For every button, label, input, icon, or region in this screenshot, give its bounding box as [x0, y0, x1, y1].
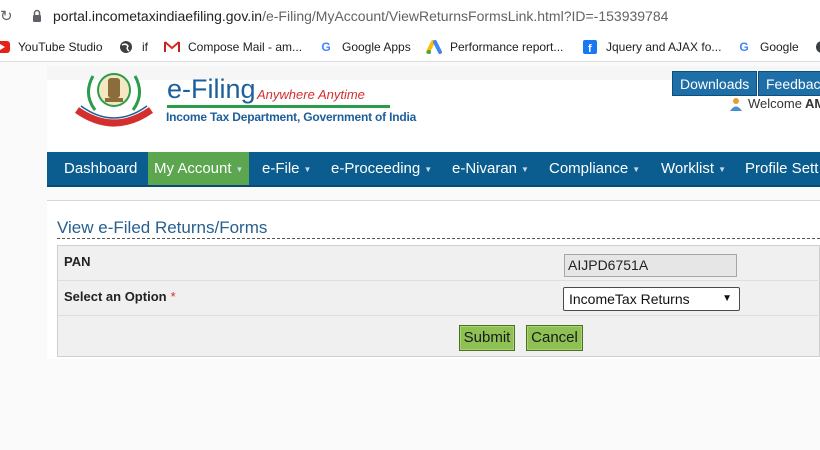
bookmark-label: YouTube Studio: [18, 40, 103, 54]
option-label: Select an Option *: [64, 289, 176, 304]
bookmark-label: Performance report...: [450, 40, 564, 54]
site-header: e-Filing Anywhere Anytime Income Tax Dep…: [47, 66, 820, 151]
bookmark-google-apps[interactable]: G Google Apps: [318, 39, 411, 55]
nav-e-file[interactable]: e-File ▼: [262, 152, 311, 185]
bookmark-compose-mail[interactable]: Compose Mail - am...: [164, 39, 302, 55]
browser-address-bar[interactable]: ↻ portal.incometaxindiaefiling.gov.in/e-…: [0, 0, 820, 32]
nav-label: Compliance: [549, 160, 629, 177]
globe-icon: [814, 40, 820, 54]
facebook-icon: f: [582, 40, 598, 54]
gmail-icon: [164, 40, 180, 54]
url-text[interactable]: portal.incometaxindiaefiling.gov.in/e-Fi…: [53, 8, 668, 24]
nav-worklist[interactable]: Worklist ▼: [661, 152, 726, 185]
youtube-icon: [0, 40, 10, 54]
lock-icon[interactable]: [32, 9, 42, 23]
logo-underline: [167, 105, 390, 108]
bookmarks-bar: YouTube Studio if Compose Mail - am... G…: [0, 32, 820, 62]
logo-subtitle: Income Tax Department, Government of Ind…: [166, 110, 417, 124]
reload-icon[interactable]: ↻: [0, 8, 13, 24]
google-ads-icon: [426, 40, 442, 54]
nav-label: e-Nivaran: [452, 160, 518, 177]
option-selected-value: IncomeTax Returns: [569, 291, 690, 307]
pan-field: AIJPD6751A: [564, 254, 737, 277]
url-path: /e-Filing/MyAccount/ViewReturnsFormsLink…: [262, 8, 669, 24]
page-title: View e-Filed Returns/Forms: [57, 218, 268, 237]
view-returns-panel: View e-Filed Returns/Forms PAN AIJPD6751…: [47, 200, 820, 359]
option-row: Select an Option * IncomeTax Returns ▼: [58, 281, 820, 316]
bookmark-label: Jquery and AJAX fo...: [606, 40, 722, 54]
bookmark-label: if: [142, 40, 148, 54]
caret-down-icon: ▼: [718, 164, 726, 174]
nav-e-proceeding[interactable]: e-Proceeding ▼: [331, 152, 432, 185]
title-divider: [57, 238, 820, 239]
bookmark-youtube-studio[interactable]: YouTube Studio: [0, 39, 103, 55]
nav-dashboard[interactable]: Dashboard: [64, 152, 137, 185]
bookmark-if[interactable]: if: [118, 39, 148, 55]
bookmark-performance-report[interactable]: Performance report...: [426, 39, 563, 55]
bookmark-jquery-ajax[interactable]: f Jquery and AJAX fo...: [582, 39, 721, 55]
welcome-message: Welcome AM: [729, 96, 820, 111]
welcome-prefix: Welcome: [748, 96, 802, 111]
user-icon: [730, 97, 742, 111]
pan-label: PAN: [64, 254, 91, 269]
submit-button[interactable]: Submit: [459, 325, 515, 351]
logo-title: e-Filing: [167, 74, 256, 104]
caret-down-icon: ▼: [235, 164, 244, 174]
nav-profile-settings[interactable]: Profile Sett: [745, 152, 818, 185]
bookmark-label: Compose Mail - am...: [188, 40, 303, 54]
dropdown-arrow-icon: ▼: [722, 293, 732, 304]
required-mark: *: [170, 289, 176, 304]
cancel-button[interactable]: Cancel: [526, 325, 583, 351]
feedback-button[interactable]: Feedbac: [758, 71, 820, 96]
bookmark-google[interactable]: G Google: [736, 39, 799, 55]
caret-down-icon: ▼: [632, 164, 641, 174]
pan-row: PAN AIJPD6751A: [58, 246, 820, 281]
actions-row: Submit Cancel: [58, 316, 820, 357]
downloads-button[interactable]: Downloads: [672, 71, 758, 96]
nav-label: e-File: [262, 160, 300, 177]
nav-label: My Account: [154, 160, 232, 177]
bookmark-label: Google Apps: [342, 40, 411, 54]
income-tax-department-emblem-icon: [74, 73, 154, 127]
option-label-text: Select an Option: [64, 289, 167, 304]
caret-down-icon: ▼: [303, 164, 312, 174]
svg-text:f: f: [588, 43, 592, 54]
nav-label: Worklist: [661, 160, 715, 177]
caret-down-icon: ▼: [521, 164, 529, 174]
welcome-user: AM: [804, 96, 820, 111]
main-nav: Dashboard My Account ▼ e-File ▼ e-Proceedi…: [47, 152, 820, 187]
google-icon: G: [739, 40, 749, 54]
bookmark-overflow[interactable]: [814, 39, 820, 55]
logo-tagline: Anywhere Anytime: [257, 87, 365, 102]
bookmark-label: Google: [760, 40, 799, 54]
nav-label: e-Proceeding: [331, 160, 421, 177]
returns-form: PAN AIJPD6751A Select an Option * IncomeT…: [57, 245, 820, 357]
nav-label: Profile Sett: [745, 160, 819, 177]
efiling-portal: e-Filing Anywhere Anytime Income Tax Dep…: [47, 66, 820, 450]
url-host: portal.incometaxindiaefiling.gov.in: [53, 8, 263, 24]
option-select[interactable]: IncomeTax Returns ▼: [563, 287, 740, 311]
nav-compliance[interactable]: Compliance ▼: [549, 152, 640, 185]
globe-icon: [118, 40, 134, 54]
nav-e-nivaran[interactable]: e-Nivaran ▼: [452, 152, 529, 185]
nav-label: Dashboard: [64, 160, 138, 177]
caret-down-icon: ▼: [424, 164, 433, 174]
google-icon: G: [321, 40, 331, 54]
nav-my-account[interactable]: My Account ▼: [148, 152, 250, 185]
